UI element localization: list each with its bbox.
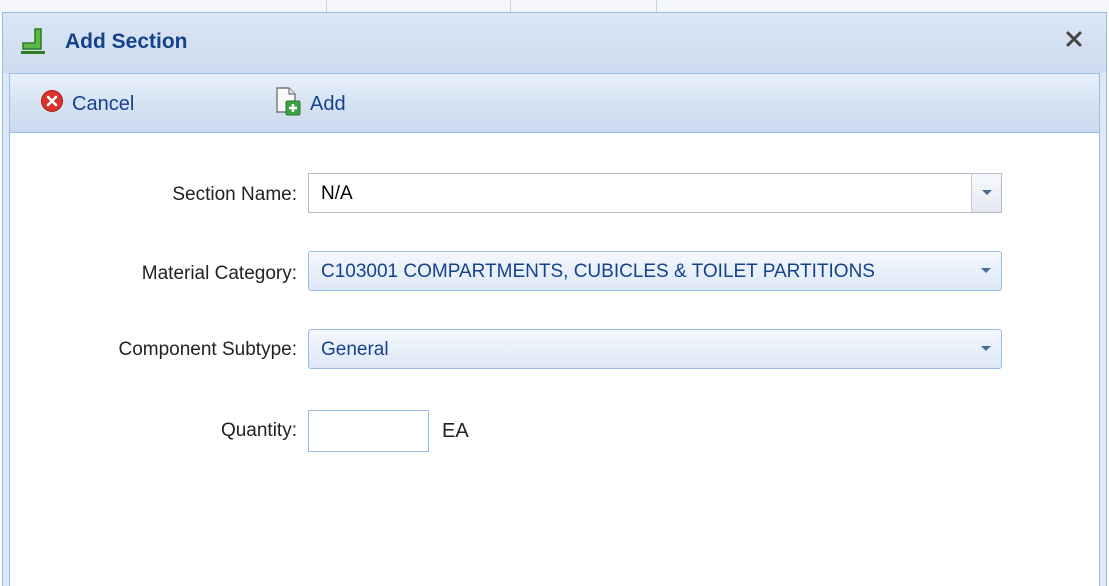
dialog-toolbar: Cancel Add	[9, 73, 1100, 133]
quantity-unit: EA	[442, 420, 469, 442]
cancel-button[interactable]: Cancel	[40, 87, 134, 121]
chevron-down-icon[interactable]	[971, 252, 1001, 290]
divider	[656, 0, 657, 12]
chevron-down-icon[interactable]	[971, 174, 1001, 212]
material-category-combobox[interactable]: C103001 COMPARTMENTS, CUBICLES & TOILET …	[308, 251, 1002, 291]
quantity-input[interactable]	[308, 410, 429, 452]
component-subtype-label: Component Subtype:	[118, 339, 297, 360]
material-category-value: C103001 COMPARTMENTS, CUBICLES & TOILET …	[321, 261, 875, 282]
add-section-dialog: Add Section Cancel Add Section Name: N/A…	[2, 12, 1107, 586]
dialog-titlebar[interactable]: Add Section	[3, 13, 1106, 73]
dialog-title: Add Section	[65, 30, 188, 53]
add-button[interactable]: Add	[272, 87, 346, 121]
section-name-value: N/A	[321, 183, 353, 204]
background-window-strip	[0, 0, 1109, 12]
quantity-label: Quantity:	[220, 420, 297, 441]
section-name-combobox[interactable]: N/A	[308, 173, 1002, 213]
section-name-label: Section Name:	[172, 184, 297, 205]
material-category-label: Material Category:	[141, 263, 297, 284]
add-document-icon	[272, 86, 310, 122]
close-icon[interactable]	[1060, 25, 1088, 53]
chevron-down-icon[interactable]	[971, 330, 1001, 368]
divider	[510, 0, 511, 12]
add-label: Add	[310, 92, 346, 115]
component-subtype-combobox[interactable]: General	[308, 329, 1002, 369]
divider	[326, 0, 327, 12]
component-subtype-value: General	[321, 339, 389, 360]
cancel-icon	[40, 89, 72, 119]
form-panel: Section Name: N/A Material Category: C10…	[9, 133, 1100, 586]
cancel-label: Cancel	[72, 92, 135, 115]
section-icon	[19, 27, 47, 55]
